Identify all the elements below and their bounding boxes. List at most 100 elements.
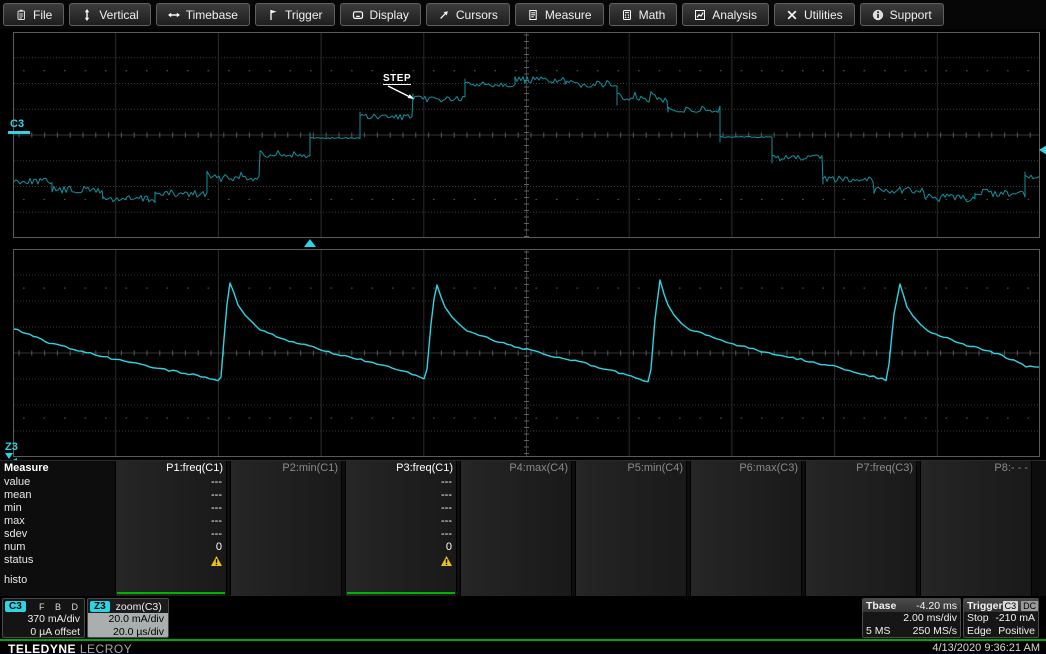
menu-item-timebase[interactable]: Timebase (156, 3, 250, 26)
channel-c3-descriptor[interactable]: C3 F B D 370 mA/div 0 µA offset (2, 598, 85, 638)
measure-cell-mean (460, 489, 572, 502)
file-icon (15, 9, 27, 21)
menu-item-vertical[interactable]: Vertical (69, 3, 150, 26)
measure-cell-mean: --- (115, 489, 227, 502)
measure-row-label-num: num (4, 541, 115, 554)
c3-descriptor-header: C3 F B D (3, 599, 84, 613)
menu-item-label: Vertical (99, 8, 138, 22)
measure-cell-value (230, 476, 342, 489)
measure-cell-sdev (460, 528, 572, 541)
z3-descriptor-header: Z3 zoom(C3) (88, 599, 168, 613)
menu-item-measure[interactable]: Measure (515, 3, 604, 26)
menu-item-trigger[interactable]: Trigger (255, 3, 335, 26)
menu-item-label: Utilities (804, 8, 843, 22)
menu-item-analysis[interactable]: Analysis (682, 3, 769, 26)
measure-column-p2[interactable]: P2:min(C1) (230, 461, 342, 596)
step-annotation-arrow (386, 85, 418, 103)
measure-column-header: P6:max(C3) (690, 461, 802, 476)
trigger-level-marker[interactable] (1039, 145, 1046, 155)
timebase-descriptor[interactable]: Tbase -4.20 ms 2.00 ms/div 5 MS 250 MS/s (862, 598, 961, 638)
trigger-slope: Positive (998, 625, 1035, 638)
menu-item-label: File (33, 8, 52, 22)
histogram-baseline (117, 592, 225, 594)
measure-title: Measure (4, 461, 115, 476)
measure-column-header: P3:freq(C1) (345, 461, 457, 476)
timebase-label: Tbase (866, 600, 896, 612)
measure-cell-min (690, 502, 802, 515)
measure-column-p8[interactable]: P8:- - - (920, 461, 1032, 596)
measure-row-label-sdev: sdev (4, 528, 115, 541)
measure-cell-value (460, 476, 572, 489)
measure-cell-num: 0 (345, 541, 457, 554)
waveform-panel-z3[interactable] (13, 249, 1040, 457)
oscilloscope-screen: File Vertical Timebase Trigger Display Cursor… (0, 0, 1046, 654)
measure-cell-num (230, 541, 342, 554)
trigger-descriptor[interactable]: Trigger C3 DC Stop -210 mA Edge Positive (963, 598, 1039, 638)
menu-item-label: Display (370, 8, 409, 22)
z3-badge: Z3 (90, 601, 110, 612)
measure-cell-mean (575, 489, 687, 502)
menu-item-label: Cursors (456, 8, 498, 22)
menu-item-display[interactable]: Display (340, 3, 421, 26)
trigger-header: Trigger C3 DC (964, 599, 1038, 612)
measure-column-p4[interactable]: P4:max(C4) (460, 461, 572, 596)
measure-cell-value: --- (115, 476, 227, 489)
menu-item-support[interactable]: Support (860, 3, 944, 26)
display-monitor-icon (352, 9, 364, 21)
measure-cell-max (460, 515, 572, 528)
timebase-rate: 250 MS/s (913, 625, 957, 638)
menu-item-cursors[interactable]: Cursors (426, 3, 510, 26)
graticule (14, 250, 1040, 457)
menu-item-label: Support (890, 8, 932, 22)
measure-cell-mean (920, 489, 1032, 502)
measure-cell-sdev: --- (345, 528, 457, 541)
datetime-display: 4/13/2020 9:36:21 AM (932, 642, 1040, 654)
trigger-type-row: Edge Positive (964, 625, 1038, 638)
measure-column-p3[interactable]: P3:freq(C1)---------------0 (345, 461, 457, 596)
measure-cell-status (805, 554, 917, 567)
c3-trace-label[interactable]: C3 (10, 119, 24, 130)
measure-cell-max: --- (345, 515, 457, 528)
measure-cell-value (690, 476, 802, 489)
waveform-panel-c3[interactable] (13, 32, 1040, 238)
measure-row-label-min: min (4, 502, 115, 515)
measure-cell-sdev (690, 528, 802, 541)
timebase-delay: -4.20 ms (916, 600, 957, 612)
measure-cell-sdev (805, 528, 917, 541)
timebase-arrows-icon (168, 9, 180, 21)
measure-column-p7[interactable]: P7:freq(C3) (805, 461, 917, 596)
z3-scale: 20.0 mA/div (88, 613, 168, 626)
measure-cell-min (575, 502, 687, 515)
menu-item-utilities[interactable]: Utilities (774, 3, 855, 26)
measure-column-header: P1:freq(C1) (115, 461, 227, 476)
math-calculator-icon (621, 9, 633, 21)
z3-trace-label[interactable]: Z3 (5, 442, 18, 453)
measure-cell-max: --- (115, 515, 227, 528)
trigger-flag-icon (267, 9, 279, 21)
measure-column-p6[interactable]: P6:max(C3) (690, 461, 802, 596)
measure-column-p1[interactable]: P1:freq(C1)---------------0 (115, 461, 227, 596)
measure-cell-mean: --- (345, 489, 457, 502)
trigger-mode: Stop (967, 612, 989, 625)
measure-cell-max (690, 515, 802, 528)
z3-timebase: 20.0 µs/div (88, 626, 168, 638)
trigger-source-badge: C3 (1003, 601, 1019, 611)
measure-cell-num (575, 541, 687, 554)
vertical-arrows-icon (81, 9, 93, 21)
c3-zero-level-marker[interactable] (8, 131, 30, 134)
measure-cell-status (690, 554, 802, 567)
brand-teledyne: TELEDYNE (8, 642, 76, 654)
menu-item-file[interactable]: File (3, 3, 64, 26)
measure-column-p5[interactable]: P5:min(C4) (575, 461, 687, 596)
menu-item-label: Trigger (285, 8, 323, 22)
measure-cell-max (575, 515, 687, 528)
timebase-scale-row: 2.00 ms/div (863, 612, 960, 625)
measure-cell-value (575, 476, 687, 489)
menu-item-math[interactable]: Math (609, 3, 678, 26)
measure-column-header: P7:freq(C3) (805, 461, 917, 476)
brand-logo: TELEDYNE LECROY (8, 642, 132, 654)
status-bar: C3 F B D 370 mA/div 0 µA offset Z3 zoom(… (0, 597, 1046, 639)
zoom-position-marker[interactable] (304, 239, 316, 247)
z3-descriptor-body: 20.0 mA/div 20.0 µs/div (88, 613, 168, 638)
channel-z3-descriptor[interactable]: Z3 zoom(C3) 20.0 mA/div 20.0 µs/div (87, 598, 169, 638)
